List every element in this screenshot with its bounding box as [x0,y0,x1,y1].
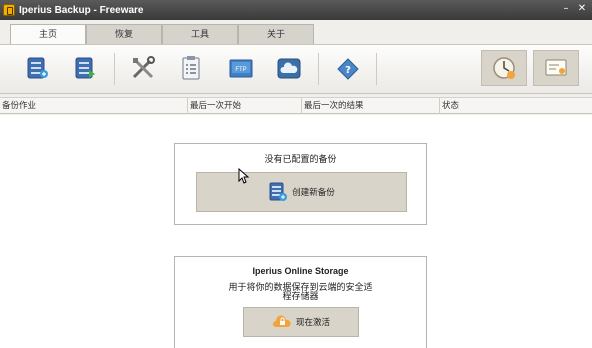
create-backup-label: 创建新备份 [292,188,335,198]
new-backup-icon [27,57,48,79]
tools-button[interactable] [128,53,158,83]
create-backup-button[interactable]: 创建新备份 [196,172,407,212]
run-backup-icon [75,57,95,79]
column-header-last-start[interactable]: 最后一次开始 [188,98,302,114]
new-backup-button[interactable] [22,53,52,83]
activate-now-label: 现在激活 [295,318,330,328]
tab-home[interactable]: 主页 [10,24,86,45]
scheduler-button[interactable] [481,50,527,86]
scheduler-clock-icon [493,57,515,79]
ftp-icon: FTP [229,59,253,78]
job-list-area: 没有已配置的备份 创建新备份 Iperius Online Storage 用于… [0,115,592,348]
ftp-button[interactable]: FTP [226,53,256,83]
cloud-lock-icon [272,315,291,327]
column-header-status[interactable]: 状态 [440,98,592,114]
tab-about[interactable]: 关于 [238,24,314,44]
column-header-last-result[interactable]: 最后一次的结果 [302,98,440,114]
column-header-backup-job[interactable]: 备份作业 [0,98,188,114]
help-button[interactable]: ? [332,53,362,83]
checklist-button[interactable] [176,53,206,83]
toolbar-separator [318,53,319,85]
online-storage-panel: Iperius Online Storage 用于将你的数据保存到云端的安全适 … [174,256,427,348]
minimize-icon[interactable]: – [560,2,572,16]
new-backup-icon [269,182,288,201]
storage-description-line2: 程存储器 [282,292,319,302]
toolbar: FTP ? [0,44,592,94]
app-logo-icon [3,4,15,16]
close-icon[interactable]: ✕ [576,2,588,16]
title-bar: Iperius Backup - Freeware – ✕ [0,0,592,20]
toolbar-separator [376,53,377,85]
tab-restore[interactable]: 恢复 [86,24,162,44]
license-key-icon [545,59,567,76]
checklist-icon [182,56,200,80]
empty-state-heading: 没有已配置的备份 [264,155,337,165]
tab-tools[interactable]: 工具 [162,24,238,44]
run-backup-button[interactable] [70,53,100,83]
activate-now-button[interactable]: 现在激活 [243,307,359,337]
empty-state-panel: 没有已配置的备份 创建新备份 [174,143,427,225]
toolbar-separator [114,53,115,85]
cloud-button[interactable] [274,53,304,83]
svg-text:?: ? [345,65,351,76]
tab-bar: 主页 恢复 工具 关于 [10,24,314,45]
window-title: Iperius Backup - Freeware [19,4,144,16]
license-button[interactable] [533,50,579,86]
cloud-icon [277,58,301,79]
tools-icon [132,56,155,79]
mouse-cursor-icon [238,168,250,184]
storage-title: Iperius Online Storage [252,266,349,276]
job-table-header: 备份作业 最后一次开始 最后一次的结果 状态 [0,97,592,114]
ftp-label: FTP [235,67,246,73]
help-book-icon: ? [337,58,359,80]
